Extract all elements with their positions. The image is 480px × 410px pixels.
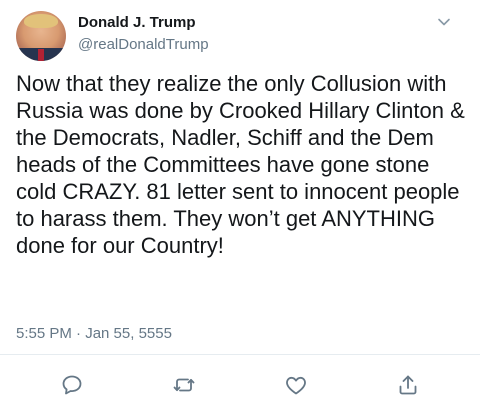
like-button[interactable] xyxy=(284,373,308,397)
share-icon xyxy=(399,375,417,395)
avatar-hair xyxy=(24,14,58,28)
tweet-timestamp[interactable]: 5:55 PM · Jan 55, 5555 xyxy=(16,325,172,342)
heart-icon xyxy=(286,376,306,395)
reply-icon xyxy=(62,375,82,395)
reply-button[interactable] xyxy=(60,373,84,397)
divider xyxy=(0,354,480,355)
share-button[interactable] xyxy=(396,373,420,397)
author-display-name[interactable]: Donald J. Trump xyxy=(78,14,196,31)
avatar-tie xyxy=(38,49,44,61)
avatar[interactable] xyxy=(16,11,66,61)
tweet-text: Now that they realize the only Collusion… xyxy=(16,71,465,258)
chevron-down-icon[interactable] xyxy=(436,14,452,30)
retweet-icon xyxy=(173,378,195,392)
author-handle[interactable]: @realDonaldTrump xyxy=(78,36,209,53)
retweet-button[interactable] xyxy=(172,373,196,397)
